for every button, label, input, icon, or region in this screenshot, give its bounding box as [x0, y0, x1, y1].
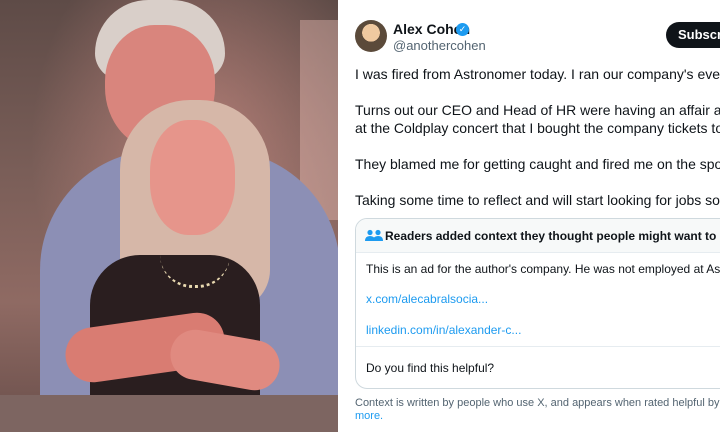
community-note-title: Readers added context they thought peopl…: [385, 229, 720, 243]
community-note-body: This is an ad for the author's company. …: [366, 262, 720, 276]
verified-badge-icon: ✓: [456, 23, 469, 36]
tweet-photo[interactable]: [0, 0, 338, 432]
tweet-panel: Alex Cohen ✓ @anothercohen Subscribe I w…: [338, 0, 720, 432]
photo-woman-face: [150, 120, 235, 235]
tweet-text-line: Taking some time to reflect and will sta…: [355, 192, 720, 208]
tweet-text-line: I was fired from Astronomer today. I ran…: [355, 66, 720, 82]
community-note-header: Readers added context they thought peopl…: [356, 219, 720, 253]
tweet-text-line: at the Coldplay concert that I bought th…: [355, 120, 720, 136]
tweet-text-line: Turns out our CEO and Head of HR were ha…: [355, 102, 720, 118]
people-icon: [365, 229, 383, 241]
community-note-footer: Context is written by people who use X, …: [355, 397, 720, 423]
divider: [356, 346, 720, 347]
community-note-link[interactable]: linkedin.com/in/alexander-c...: [366, 323, 521, 337]
tweet-text-line: They blamed me for getting caught and fi…: [355, 156, 720, 172]
more-link[interactable]: more.: [355, 410, 720, 423]
subscribe-button[interactable]: Subscribe: [666, 22, 720, 48]
author-handle[interactable]: @anothercohen: [393, 38, 486, 53]
community-note-link[interactable]: x.com/alecabralsocia...: [366, 292, 488, 306]
footer-text: Context is written by people who use X, …: [355, 397, 720, 409]
photo-railing: [0, 395, 338, 432]
avatar[interactable]: [355, 20, 387, 52]
helpful-prompt[interactable]: Do you find this helpful?: [366, 361, 494, 375]
community-note: Readers added context they thought peopl…: [355, 218, 720, 389]
